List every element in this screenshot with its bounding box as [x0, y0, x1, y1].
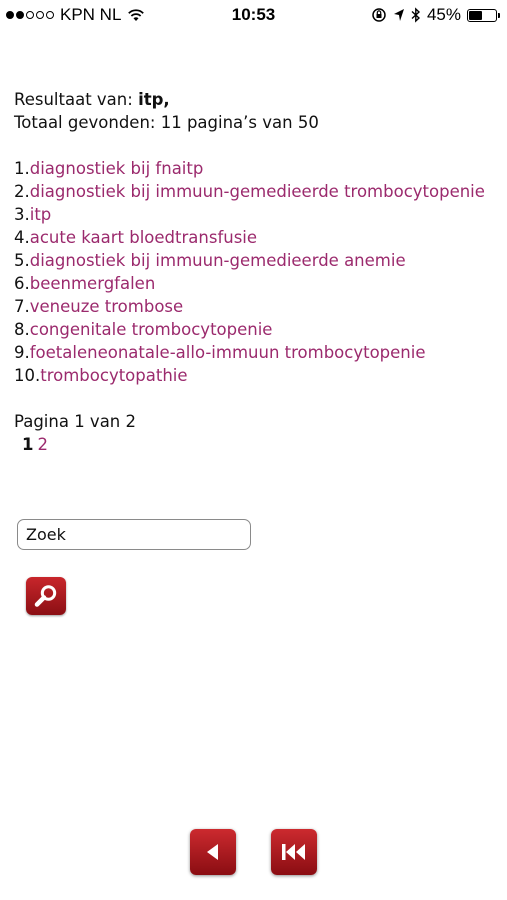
result-link[interactable]: veneuze trombose: [30, 297, 183, 316]
result-item: 1.diagnostiek bij fnaitp: [14, 157, 494, 180]
result-number: 5.: [14, 251, 30, 270]
location-arrow-icon: [393, 9, 404, 21]
result-item: 7.veneuze trombose: [14, 295, 494, 318]
result-item: 2.diagnostiek bij immuun-gemedieerde tro…: [14, 180, 494, 203]
result-number: 1.: [14, 159, 30, 178]
bluetooth-icon: [411, 7, 420, 23]
result-link[interactable]: beenmergfalen: [30, 274, 156, 293]
results-list: 1.diagnostiek bij fnaitp 2.diagnostiek bi…: [14, 157, 494, 387]
status-bar: KPN NL 10:53 45%: [0, 0, 507, 30]
first-page-button[interactable]: [271, 829, 317, 875]
result-number: 8.: [14, 320, 30, 339]
result-query: itp,: [138, 90, 170, 109]
result-label: Resultaat van:: [14, 90, 139, 109]
page-link-2[interactable]: 2: [37, 435, 48, 454]
status-right: 45%: [371, 5, 500, 25]
result-number: 7.: [14, 297, 30, 316]
skip-to-start-icon: [282, 844, 305, 860]
result-item: 8.congenitale trombocytopenie: [14, 318, 494, 341]
result-item: 4.acute kaart bloedtransfusie: [14, 226, 494, 249]
result-link[interactable]: diagnostiek bij immuun-gemedieerde anemi…: [30, 251, 406, 270]
pagination-text: Pagina 1 van 2: [14, 412, 137, 431]
result-item: 10.trombocytopathie: [14, 364, 494, 387]
result-link[interactable]: trombocytopathie: [40, 366, 187, 385]
orientation-lock-icon: [372, 8, 386, 22]
battery-icon: [467, 8, 500, 22]
result-link[interactable]: acute kaart bloedtransfusie: [30, 228, 257, 247]
search-button[interactable]: [26, 577, 66, 615]
result-item: 5.diagnostiek bij immuun-gemedieerde ane…: [14, 249, 494, 272]
pager: 12: [14, 433, 494, 456]
battery-level-fill: [469, 10, 482, 20]
result-number: 4.: [14, 228, 30, 247]
result-link[interactable]: diagnostiek bij immuun-gemedieerde tromb…: [30, 182, 485, 201]
result-item: 3.itp: [14, 203, 494, 226]
result-link[interactable]: congenitale trombocytopenie: [30, 320, 273, 339]
result-item: 6.beenmergfalen: [14, 272, 494, 295]
result-link[interactable]: foetaleneonatale-allo-immuun trombocytop…: [30, 343, 426, 362]
back-button[interactable]: [190, 829, 236, 875]
result-link[interactable]: itp: [30, 205, 52, 224]
result-number: 6.: [14, 274, 30, 293]
result-number: 10.: [14, 366, 41, 385]
search-results: Resultaat van: itp, Totaal gevonden: 11 …: [14, 88, 494, 456]
search-input[interactable]: [17, 519, 251, 550]
result-link[interactable]: diagnostiek bij fnaitp: [30, 159, 204, 178]
result-number: 2.: [14, 182, 30, 201]
magnifier-icon: [34, 585, 57, 607]
result-number: 9.: [14, 343, 30, 362]
result-query-line: Resultaat van: itp,: [14, 88, 494, 111]
result-item: 9.foetaleneonatale-allo-immuun trombocyt…: [14, 341, 494, 364]
result-total: Totaal gevonden: 11 pagina’s van 50: [14, 113, 319, 132]
page-current: 1: [22, 435, 34, 454]
battery-percent: 45%: [426, 5, 461, 24]
triangle-left-icon: [207, 844, 218, 860]
result-number: 3.: [14, 205, 30, 224]
